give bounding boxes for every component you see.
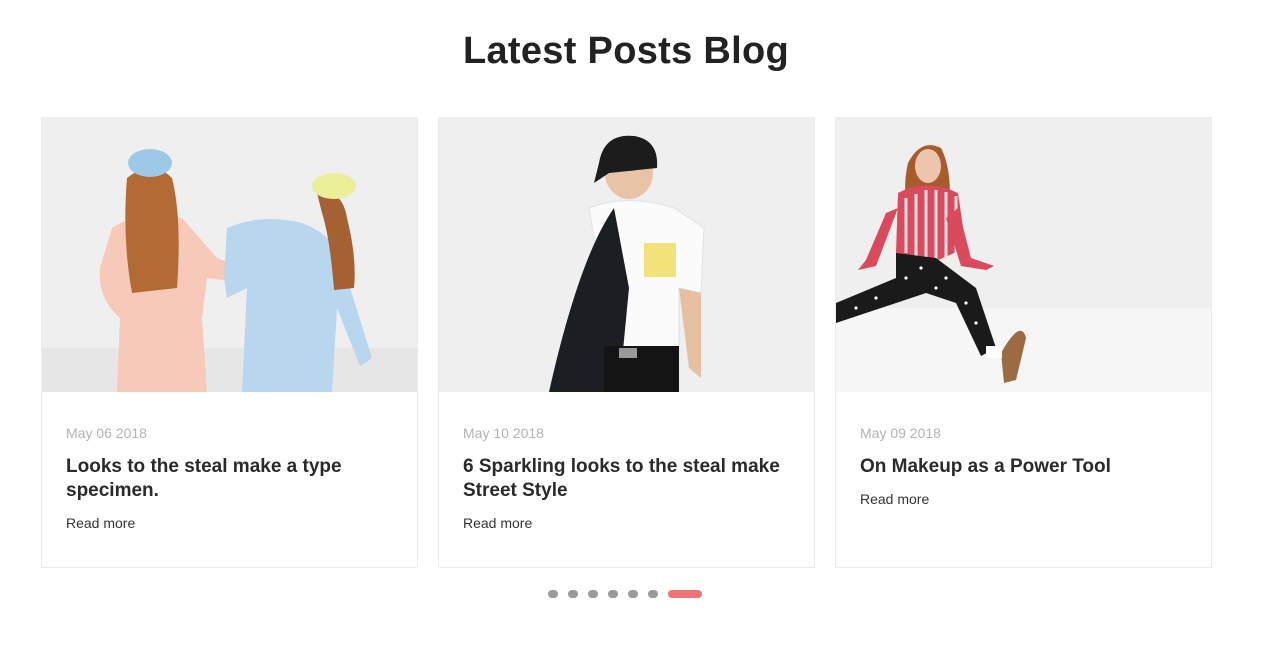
pagination-dot-active[interactable] <box>668 590 702 598</box>
post-date: May 06 2018 <box>66 425 147 441</box>
post-title[interactable]: Looks to the steal make a type specimen. <box>66 455 393 503</box>
pagination-dot[interactable] <box>548 590 558 598</box>
post-carousel: May 06 2018 Looks to the steal make a ty… <box>41 117 1212 568</box>
read-more-link[interactable]: Read more <box>66 515 135 531</box>
section-title: Latest Posts Blog <box>462 30 790 72</box>
post-card[interactable]: May 10 2018 6 Sparkling looks to the ste… <box>438 117 815 568</box>
pagination-dot[interactable] <box>648 590 658 598</box>
post-title[interactable]: 6 Sparkling looks to the steal make Stre… <box>463 455 790 503</box>
post-card[interactable]: May 06 2018 Looks to the steal make a ty… <box>41 117 418 568</box>
post-image[interactable] <box>439 118 814 392</box>
post-card[interactable]: May 09 2018 On Makeup as a Power Tool Re… <box>835 117 1212 568</box>
read-more-link[interactable]: Read more <box>860 491 929 507</box>
pagination-dot[interactable] <box>588 590 598 598</box>
post-title[interactable]: On Makeup as a Power Tool <box>860 455 1187 479</box>
post-date: May 09 2018 <box>860 425 941 441</box>
post-image[interactable] <box>42 118 417 392</box>
post-image[interactable] <box>836 118 1211 392</box>
blog-section: Latest Posts Blog May 06 2018 Looks to t… <box>0 0 1265 649</box>
pagination-dot[interactable] <box>568 590 578 598</box>
pagination-dot[interactable] <box>628 590 638 598</box>
post-date: May 10 2018 <box>463 425 544 441</box>
pagination-dot[interactable] <box>608 590 618 598</box>
read-more-link[interactable]: Read more <box>463 515 532 531</box>
carousel-pagination <box>548 589 702 599</box>
